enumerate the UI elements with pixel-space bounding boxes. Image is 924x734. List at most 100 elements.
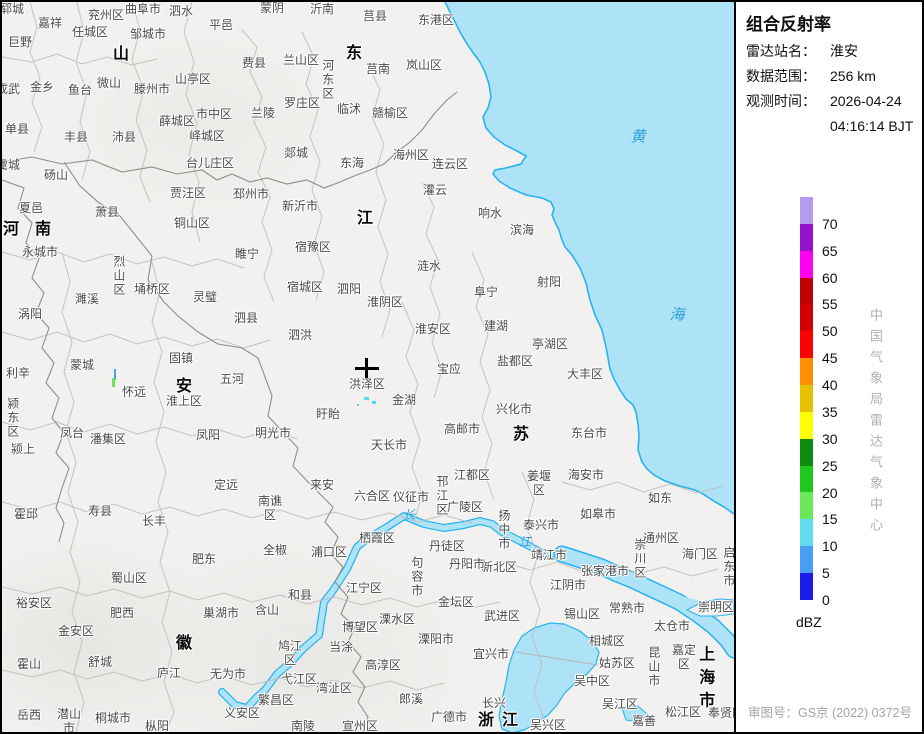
map-label: 泰兴市 [522,518,560,533]
map-label: 如东 [647,491,673,506]
map-label: 嘉祥 [37,16,63,31]
map-label: 栖霞区 [358,531,396,546]
map-label: 如皋市 [579,507,617,522]
map-label: 无为市 [209,667,247,682]
legend-color-segment [800,385,813,412]
map-label: 溧水区 [378,612,416,627]
data-range-label: 数据范围： [746,68,816,84]
map-label: 虞城 [2,158,21,173]
map-label: 巨野 [7,35,33,50]
map-label: 吴中区 [573,674,611,689]
map-label: 沂南 [309,2,335,17]
map-label: 射阳 [536,275,562,290]
map-label: 五河 [219,372,245,387]
map-label: 崇明区 [697,600,734,615]
map-label: 薛城区 [158,114,196,129]
map-label: 肥西 [109,606,135,621]
map-label: 金坛区 [437,595,475,610]
map-label: 滨海 [509,223,535,238]
map-label: 吴兴区 [529,718,567,732]
legend-color-segment [800,492,813,520]
map-label: 贾汪区 [169,186,207,201]
map-label: 博望区 [341,620,379,635]
map-label: 濉溪 [74,292,100,307]
legend-color-segment [800,197,813,224]
legend-tick: 50 [822,323,838,340]
map-label: 湾沚区 [315,681,353,696]
map-label: 丰县 [63,130,89,145]
map-label: 响水 [477,206,503,221]
map-label: 莒县 [362,9,388,24]
data-range-value: 256 km [830,68,876,84]
map-label: 潜山 市 [56,707,82,732]
map-label: 郓城 [2,2,25,17]
map-label: 涟水 [416,259,442,274]
legend-color-segment [800,304,813,332]
map-label: 丹阳市 [448,557,486,572]
map-label: 金乡 [29,80,55,95]
map-label: 天长市 [370,438,408,453]
map-label: 义安区 [223,706,261,721]
station-cross-marker [355,358,379,378]
map-label: 亭湖区 [531,337,569,352]
map-label: 邳州市 [232,187,270,202]
map-label: 含山 [254,603,280,618]
map-label: 盱眙 [315,407,341,422]
map-label: 繁昌区 [257,693,295,708]
map-label: 莒南 [365,62,391,77]
map-license: 审图号：GS京 (2022) 0372号 [748,706,912,720]
map-label: 和县 [287,588,313,603]
map-label: 泗阳 [336,282,362,297]
product-title: 组合反射率 [746,15,831,34]
map-label: 利辛 [5,366,31,381]
map-label: 市中区 [195,107,233,122]
radar-viewer-window: 郓城 嘉祥 兖州区 曲阜市 泗水 平邑 任城区 邹城市 巨野山 东 蒙阴 沂南 莒县 东港区 费县 兰山区 河东… [0,0,924,734]
map-label: 来安 [309,478,335,493]
legend-color-segment [800,250,813,278]
map-label: 嘉定 区 [671,643,697,671]
map-label: 夏邑 [18,201,44,216]
map-label: 海门区 [681,547,719,562]
map-label: 松江区 [664,705,702,720]
map-label: 成武 [2,82,21,97]
map-label: 赣榆区 [371,106,409,121]
legend-tick: 35 [822,403,838,420]
legend-color-bar [800,197,813,600]
map-label: 长丰 [141,514,167,529]
map-label: 江 [518,535,532,550]
map-label: 宝应 [436,362,462,377]
map-label: 全椒 [262,543,288,558]
map-label: 宿豫区 [294,240,332,255]
map-label: 大丰区 [566,367,604,382]
observation-time-value: 2026-04-24 04:16:14 BJT [830,93,914,134]
map-label: 费县 [241,56,267,71]
map-label: 潘集区 [89,432,127,447]
map-label: 淮阴区 [366,295,404,310]
legend-color-segment [800,573,813,600]
radar-station-row: 雷达站名： 淮安 [746,39,922,64]
map-label: 蒙城 [69,358,95,373]
legend-color-segment [800,546,813,574]
map-label: 肥东 [191,552,217,567]
map-label: 宜兴市 [472,647,510,662]
map-label: 舒城 [87,655,113,670]
map-label: 罗庄区 [283,96,321,111]
map-label: 苏 [512,425,530,443]
map-label: 通州区 [642,531,680,546]
map-label: 单县 [4,122,30,137]
map-label: 丹徒区 [428,539,466,554]
map-label: 寿县 [87,504,113,519]
map-label: 阜宁 [473,285,499,300]
map-label: 启东市 [721,546,734,588]
map-label: 涡阳 [17,307,43,322]
map-label: 巢湖市 [202,606,240,621]
map-label: 锡山区 [563,607,601,622]
map-label: 六合区 [353,489,391,504]
map-label: 兰山区 [282,53,320,68]
observation-time-label: 观测时间： [746,93,816,109]
map-label: 兖州区 [87,8,125,23]
cma-watermark: 中国气象局雷达气象中心 [868,308,883,539]
map-label: 灌云 [422,183,448,198]
map-label: 滕州市 [133,82,171,97]
map-label: 鱼台 [67,83,93,98]
